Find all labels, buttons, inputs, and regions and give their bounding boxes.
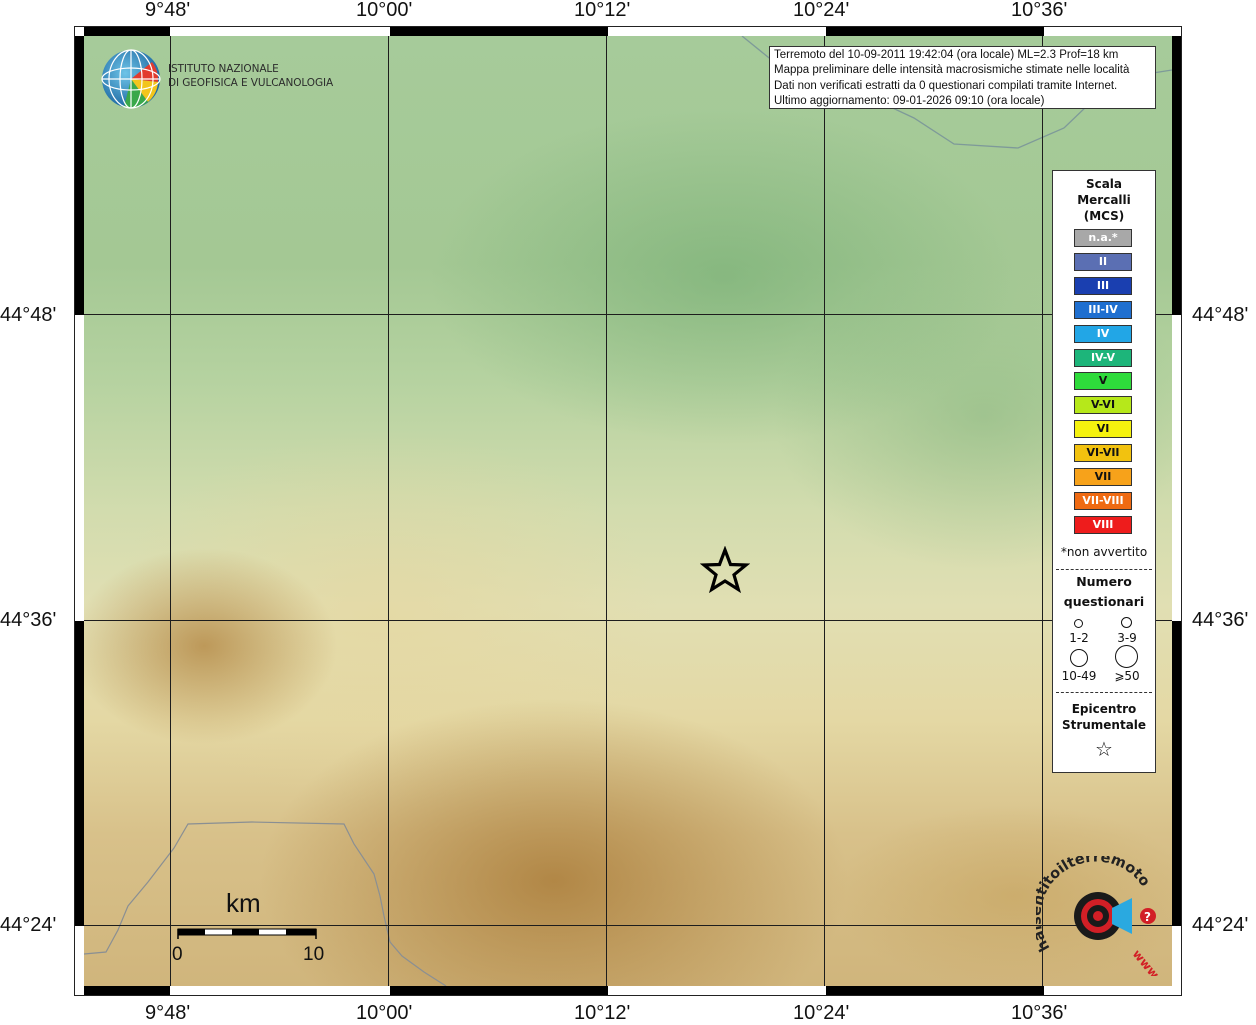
event-info-line: Terremoto del 10-09-2011 19:42:04 (ora l…	[774, 49, 1119, 61]
hai-sentito-url: www.	[1130, 947, 1162, 976]
legend-separator	[1056, 569, 1152, 570]
lon-label-bottom: 10°00'	[356, 1002, 413, 1024]
legend-title: Scala	[1085, 177, 1123, 191]
boundaries-layer	[84, 36, 1172, 986]
frame-tick	[1172, 621, 1181, 926]
frame-tick	[826, 986, 1044, 995]
scale-min-label: 0	[172, 944, 183, 965]
lat-label-right: 44°48'	[1192, 304, 1249, 326]
lat-label-left: 44°24'	[0, 914, 57, 936]
meridian-line	[1042, 36, 1043, 986]
hai-sentito-logo: haisentitoilterremoto.it ? www.	[1036, 856, 1162, 976]
epicenter-legend-icon: ☆	[1095, 737, 1113, 761]
lat-label-right: 44°24'	[1192, 914, 1249, 936]
lat-label-left: 44°36'	[0, 609, 57, 631]
parallel-line	[84, 620, 1172, 621]
intensity-swatch: n.a.*	[1074, 229, 1132, 247]
count-circle-large	[1070, 649, 1088, 667]
intensity-swatch: IV-V	[1074, 348, 1132, 367]
count-label: 10-49	[1061, 669, 1097, 683]
event-info-box: Terremoto del 10-09-2011 19:42:04 (ora l…	[769, 46, 1156, 109]
globe-icon	[101, 49, 161, 109]
lon-label-top: 10°12'	[574, 0, 631, 21]
intensity-swatch: VIII	[1074, 515, 1132, 534]
lon-label-bottom: 10°24'	[793, 1002, 850, 1024]
not-felt-note: *non avvertito	[1060, 545, 1148, 559]
frame-tick	[826, 27, 1044, 36]
intensity-swatch: IV	[1074, 324, 1132, 343]
legend-separator	[1056, 692, 1152, 693]
legend-title: Mercalli	[1077, 193, 1131, 207]
lon-label-top: 10°36'	[1011, 0, 1068, 21]
lon-label-top: 10°24'	[793, 0, 850, 21]
scale-bar: km 0 10	[170, 888, 340, 968]
count-label: 3-9	[1117, 631, 1137, 645]
lon-label-top: 10°00'	[356, 0, 413, 21]
questionnaire-count-title: questionari	[1063, 594, 1145, 609]
count-label: 1-2	[1069, 631, 1089, 645]
intensity-swatch: VI	[1074, 420, 1132, 439]
ingv-logo-text: ISTITUTO NAZIONALE DI GEOFISICA E VULCAN…	[168, 62, 333, 90]
meridian-line	[824, 36, 825, 986]
lon-label-bottom: 10°12'	[574, 1002, 631, 1024]
meridian-line	[170, 36, 171, 986]
frame-tick	[1172, 36, 1181, 315]
ingv-line-2: DI GEOFISICA E VULCANOLOGIA	[168, 77, 334, 89]
parallel-line	[84, 314, 1172, 315]
relief-map	[84, 36, 1172, 986]
event-info-line: Ultimo aggiornamento: 09-01-2026 09:10 (…	[774, 95, 1045, 108]
legend-panel: Scala Mercalli (MCS) n.a.* II III III-IV IV I…	[1052, 170, 1156, 773]
legend-title: (MCS)	[1083, 209, 1125, 223]
epicenter-title: Strumentale	[1061, 718, 1147, 732]
intensity-swatch: VII-VIII	[1074, 491, 1132, 510]
count-circle-xlarge	[1115, 645, 1138, 668]
count-circle-small	[1074, 619, 1083, 628]
svg-text:?: ?	[1144, 910, 1151, 924]
intensity-swatch: II	[1074, 252, 1132, 271]
frame-tick	[75, 621, 84, 926]
event-info-line: Mappa preliminare delle intensità macros…	[774, 64, 1130, 77]
intensity-swatch: VI-VII	[1074, 444, 1132, 463]
meridian-line	[606, 36, 607, 986]
event-info-line: Dati non verificati estratti da 0 questi…	[774, 79, 1118, 92]
intensity-swatch: V-VI	[1074, 396, 1132, 415]
frame-tick	[84, 27, 170, 36]
scale-unit: km	[226, 888, 261, 918]
frame-tick	[390, 986, 608, 995]
intensity-swatch: III	[1074, 276, 1132, 295]
ingv-line-1: ISTITUTO NAZIONALE	[168, 63, 279, 75]
intensity-swatch: VII	[1074, 468, 1132, 486]
intensity-swatch: V	[1074, 372, 1132, 391]
lon-label-top: 9°48'	[145, 0, 191, 21]
lon-label-bottom: 9°48'	[145, 1002, 191, 1024]
frame-tick	[75, 36, 84, 315]
frame-tick	[390, 27, 608, 36]
lat-label-right: 44°36'	[1192, 609, 1249, 631]
meridian-line	[388, 36, 389, 986]
questionnaire-count-title: Numero	[1076, 574, 1132, 589]
epicenter-title: Epicentro	[1071, 702, 1137, 716]
count-circle-medium	[1121, 617, 1132, 628]
intensity-swatch: III-IV	[1074, 300, 1132, 319]
epicenter-star-icon	[700, 546, 750, 594]
lat-label-left: 44°48'	[0, 304, 57, 326]
lon-label-bottom: 10°36'	[1011, 1002, 1068, 1024]
count-label: ⩾50	[1114, 669, 1140, 683]
frame-tick	[84, 986, 170, 995]
scale-max-label: 10	[303, 944, 325, 965]
